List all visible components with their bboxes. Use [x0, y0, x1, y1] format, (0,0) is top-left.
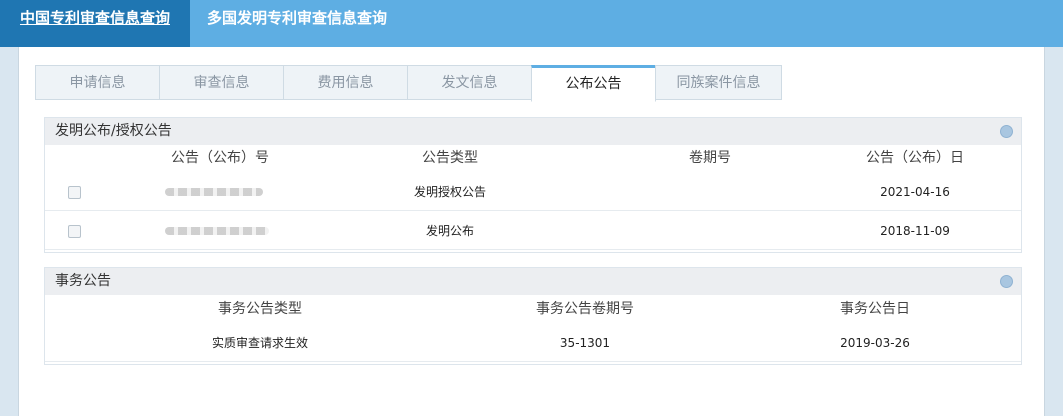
- publication-section: 发明公布/授权公告 公告（公布）号 公告类型 卷期号 公告（公布）日 发明授权公…: [44, 117, 1022, 253]
- nav-multinational-query[interactable]: 多国发明专利审查信息查询: [207, 0, 387, 47]
- tab-application-info[interactable]: 申请信息: [35, 65, 160, 100]
- col-affair-date: 事务公告日: [840, 301, 910, 317]
- affairs-section-header: 事务公告: [45, 268, 1021, 295]
- top-navigation: 中国专利审查信息查询 多国发明专利审查信息查询: [0, 0, 1063, 47]
- table-row: 发明授权公告 2021-04-16: [45, 173, 1021, 211]
- tab-examination-info[interactable]: 审查信息: [159, 65, 284, 100]
- col-affair-type: 事务公告类型: [218, 301, 302, 317]
- publication-table-header: 公告（公布）号 公告类型 卷期号 公告（公布）日: [45, 145, 1021, 171]
- publication-type-cell: 发明公布: [425, 224, 474, 238]
- affair-date-cell: 2019-03-26: [840, 336, 910, 350]
- col-volume-issue: 卷期号: [689, 150, 731, 166]
- redacted-publication-number: [165, 227, 269, 235]
- table-row: 发明公布 2018-11-09: [45, 212, 1021, 250]
- col-publication-date: 公告（公布）日: [866, 150, 964, 166]
- tab-family-cases[interactable]: 同族案件信息: [655, 65, 782, 100]
- redacted-publication-number: [165, 188, 263, 196]
- volume-cell: [625, 212, 795, 250]
- tab-fee-info[interactable]: 费用信息: [283, 65, 408, 100]
- content-panel: 申请信息 审查信息 费用信息 发文信息 公布公告 同族案件信息 发明公布/授权公…: [18, 47, 1045, 416]
- publication-date-cell: 2021-04-16: [880, 185, 950, 199]
- publication-section-title: 发明公布/授权公告: [55, 123, 172, 139]
- publication-section-header: 发明公布/授权公告: [45, 118, 1021, 145]
- row-checkbox[interactable]: [68, 186, 81, 199]
- publication-date-cell: 2018-11-09: [880, 224, 950, 238]
- volume-cell: [625, 173, 795, 211]
- collapse-icon[interactable]: [1000, 275, 1013, 288]
- affairs-section-title: 事务公告: [55, 273, 111, 289]
- col-publication-type: 公告类型: [422, 150, 478, 166]
- affair-type-cell: 实质审查请求生效: [211, 336, 308, 350]
- affair-volume-cell: 35-1301: [559, 336, 611, 350]
- col-affair-volume: 事务公告卷期号: [536, 301, 634, 317]
- table-row: 实质审查请求生效 35-1301 2019-03-26: [45, 324, 1021, 362]
- col-publication-number: 公告（公布）号: [171, 150, 269, 166]
- affairs-section: 事务公告 事务公告类型 事务公告卷期号 事务公告日 实质审查请求生效 35-13…: [44, 267, 1022, 365]
- tab-publication[interactable]: 公布公告: [531, 65, 656, 102]
- affairs-table-header: 事务公告类型 事务公告卷期号 事务公告日: [45, 296, 1021, 322]
- tab-dispatch-info[interactable]: 发文信息: [407, 65, 532, 100]
- row-checkbox[interactable]: [68, 225, 81, 238]
- publication-type-cell: 发明授权公告: [413, 185, 486, 199]
- collapse-icon[interactable]: [1000, 125, 1013, 138]
- nav-cn-patent-query[interactable]: 中国专利审查信息查询: [0, 0, 190, 47]
